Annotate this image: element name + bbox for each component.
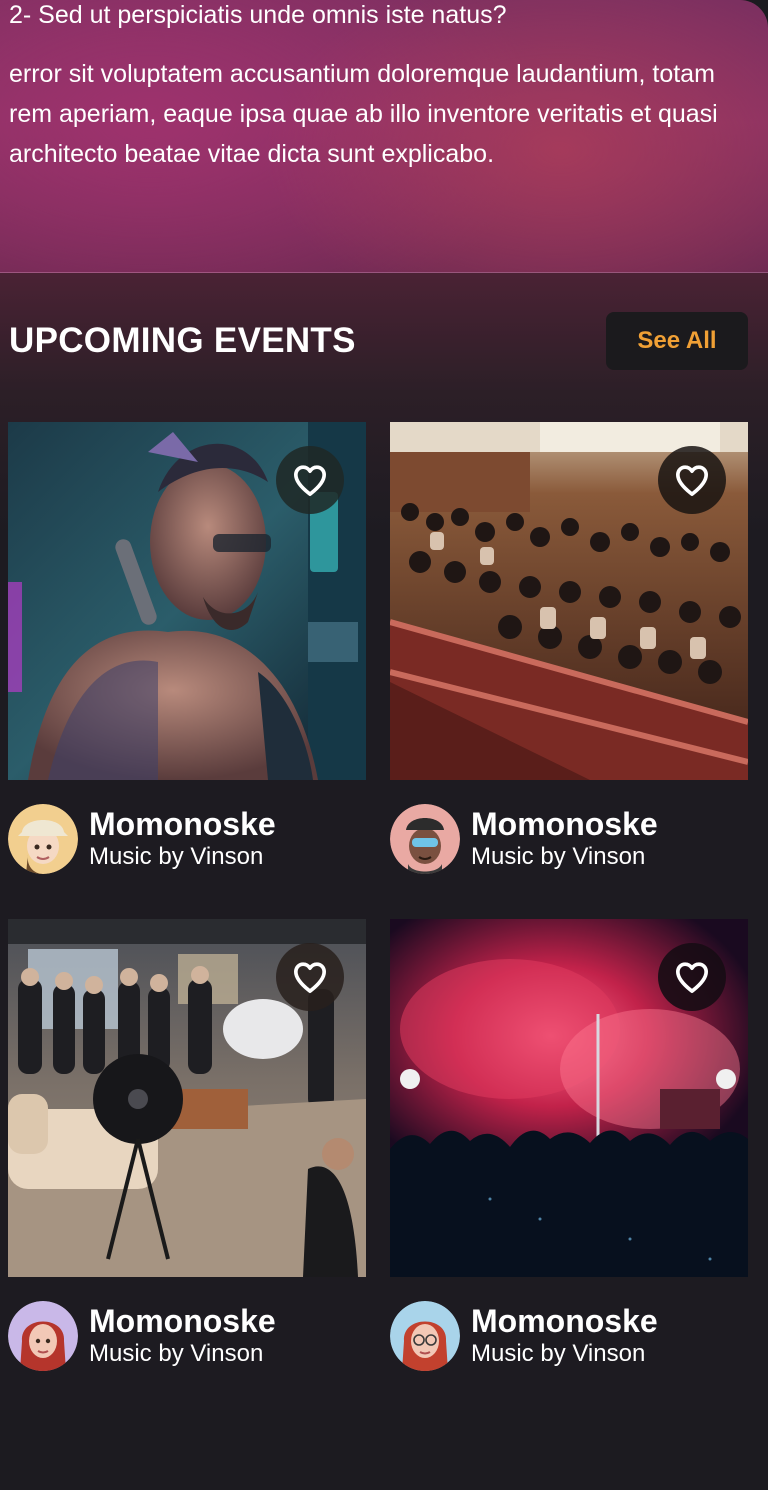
faq-question[interactable]: 2- Sed ut perspiciatis unde omnis iste n… [9,0,507,30]
event-subtitle: Music by Vinson [89,843,264,870]
event-card[interactable]: Momonoske Music by Vinson [390,422,748,874]
event-image[interactable] [8,919,366,1277]
favorite-button[interactable] [276,446,344,514]
event-meta: Momonoske Music by Vinson [390,1277,748,1371]
see-all-button[interactable]: See All [606,312,748,370]
page: 2- Sed ut perspiciatis unde omnis iste n… [0,0,780,1490]
upcoming-events-section: UPCOMING EVENTS See All Momonoske Music … [0,273,768,1410]
favorite-button[interactable] [658,446,726,514]
favorite-button[interactable] [276,943,344,1011]
event-subtitle: Music by Vinson [471,1340,646,1367]
event-subtitle: Music by Vinson [471,843,646,870]
faq-card: 2- Sed ut perspiciatis unde omnis iste n… [0,0,768,273]
event-image[interactable] [390,422,748,780]
avatar [390,804,460,874]
avatar [8,1301,78,1371]
faq-answer: error sit voluptatem accusantium dolorem… [9,60,718,168]
event-title[interactable]: Momonoske [471,806,658,842]
heart-outline-icon [676,465,708,496]
event-image[interactable] [8,422,366,780]
heart-outline-icon [294,465,326,496]
event-title[interactable]: Momonoske [89,806,276,842]
section-title: UPCOMING EVENTS [9,321,356,360]
event-card[interactable]: Momonoske Music by Vinson [390,919,748,1371]
edge-strip [768,0,780,1490]
event-subtitle: Music by Vinson [89,1340,264,1367]
event-card[interactable]: Momonoske Music by Vinson [8,919,366,1371]
favorite-button[interactable] [658,943,726,1011]
avatar [8,804,78,874]
event-meta: Momonoske Music by Vinson [8,780,366,874]
event-meta: Momonoske Music by Vinson [8,1277,366,1371]
event-title[interactable]: Momonoske [89,1303,276,1339]
event-title[interactable]: Momonoske [471,1303,658,1339]
heart-outline-icon [294,962,326,993]
event-image[interactable] [390,919,748,1277]
event-card[interactable]: Momonoske Music by Vinson [8,422,366,874]
event-meta: Momonoske Music by Vinson [390,780,748,874]
avatar [390,1301,460,1371]
heart-outline-icon [676,962,708,993]
